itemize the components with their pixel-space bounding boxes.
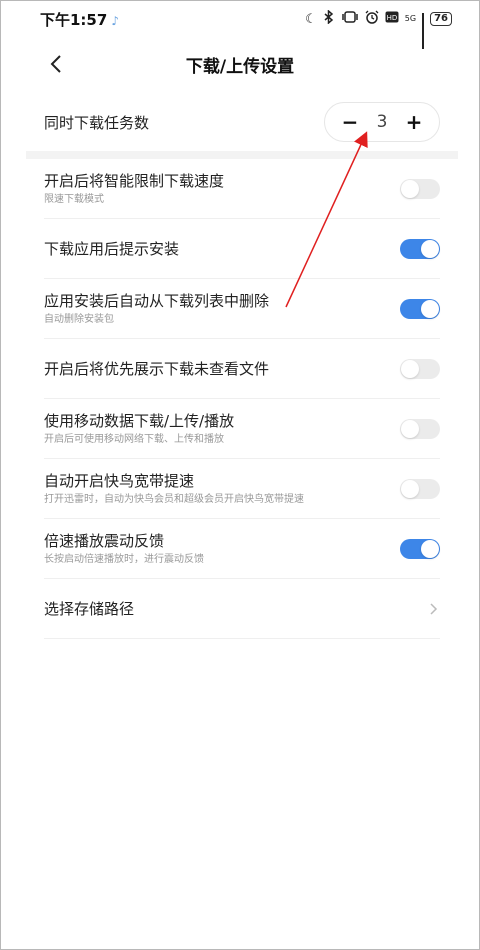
setting-row-speed-limit: 开启后将智能限制下载速度 限速下载模式	[44, 159, 440, 219]
back-button[interactable]	[44, 52, 68, 76]
auto-delete-toggle[interactable]	[400, 298, 440, 319]
settings-list: 开启后将智能限制下载速度 限速下载模式 下载应用后提示安装 应用安装后自动从下载…	[0, 159, 480, 639]
vibration-feedback-toggle[interactable]	[400, 538, 440, 559]
chevron-right-icon	[430, 602, 438, 615]
increment-button[interactable]: +	[405, 110, 423, 134]
setting-row-install-prompt: 下载应用后提示安装	[44, 219, 440, 279]
setting-title: 开启后将智能限制下载速度	[44, 171, 225, 190]
svg-text:HD: HD	[386, 14, 397, 22]
battery-icon: 76	[430, 12, 452, 26]
bluetooth-icon	[323, 9, 335, 28]
storage-path-row[interactable]: 选择存储路径	[44, 579, 440, 639]
hd-icon: HD	[385, 11, 399, 27]
install-prompt-toggle[interactable]	[400, 238, 440, 259]
status-bar: 下午1:57 ♪ ☾ HD 5G 76	[0, 0, 480, 49]
setting-title: 下载应用后提示安装	[44, 239, 180, 258]
music-note-icon: ♪	[111, 13, 119, 28]
setting-title: 应用安装后自动从下载列表中删除	[44, 291, 270, 310]
setting-row-auto-delete: 应用安装后自动从下载列表中删除 自动删除安装包	[44, 279, 440, 339]
decrement-button[interactable]: −	[341, 110, 359, 134]
setting-row-broadband-boost: 自动开启快鸟宽带提速 打开迅雷时，自动为快鸟会员和超级会员开启快鸟宽带提速	[44, 459, 440, 519]
setting-title: 开启后将优先展示下载未查看文件	[44, 359, 270, 378]
status-time: 下午1:57 ♪	[40, 9, 119, 30]
header: 下载/上传设置	[0, 44, 480, 84]
setting-subtitle: 长按启动倍速播放时，进行震动反馈	[44, 553, 204, 565]
speed-limit-toggle[interactable]	[400, 178, 440, 199]
chevron-left-icon	[50, 55, 61, 73]
setting-row-unviewed-first: 开启后将优先展示下载未查看文件	[44, 339, 440, 399]
vibrate-icon	[341, 11, 359, 27]
setting-subtitle: 限速下载模式	[44, 193, 104, 205]
setting-row-mobile-data: 使用移动数据下载/上传/播放 开启后可使用移动网络下载、上传和播放	[44, 399, 440, 459]
network-type: 5G	[404, 14, 417, 23]
page-title: 下载/上传设置	[185, 56, 295, 77]
broadband-boost-toggle[interactable]	[400, 478, 440, 499]
moon-icon: ☾	[305, 11, 317, 27]
setting-subtitle: 打开迅雷时，自动为快鸟会员和超级会员开启快鸟宽带提速	[44, 493, 304, 505]
task-count-stepper: − 3 +	[324, 102, 440, 142]
setting-subtitle: 自动删除安装包	[44, 313, 114, 325]
alarm-icon	[365, 10, 379, 28]
setting-title: 自动开启快鸟宽带提速	[44, 471, 195, 490]
setting-subtitle: 开启后可使用移动网络下载、上传和播放	[44, 433, 224, 445]
setting-row-vibration-feedback: 倍速播放震动反馈 长按启动倍速播放时，进行震动反馈	[44, 519, 440, 579]
clock-text: 下午1:57	[40, 10, 108, 29]
setting-title: 使用移动数据下载/上传/播放	[44, 411, 235, 430]
unviewed-first-toggle[interactable]	[400, 358, 440, 379]
concurrent-download-label: 同时下载任务数	[44, 113, 150, 132]
status-icons: ☾ HD 5G 76	[305, 9, 452, 49]
setting-title: 倍速播放震动反馈	[44, 531, 165, 550]
task-count-value: 3	[376, 112, 388, 132]
section-divider	[26, 151, 458, 159]
concurrent-download-row: 同时下载任务数 − 3 +	[0, 100, 480, 144]
mobile-data-toggle[interactable]	[400, 418, 440, 439]
storage-path-label: 选择存储路径	[44, 599, 135, 618]
signal-icon	[422, 13, 425, 49]
